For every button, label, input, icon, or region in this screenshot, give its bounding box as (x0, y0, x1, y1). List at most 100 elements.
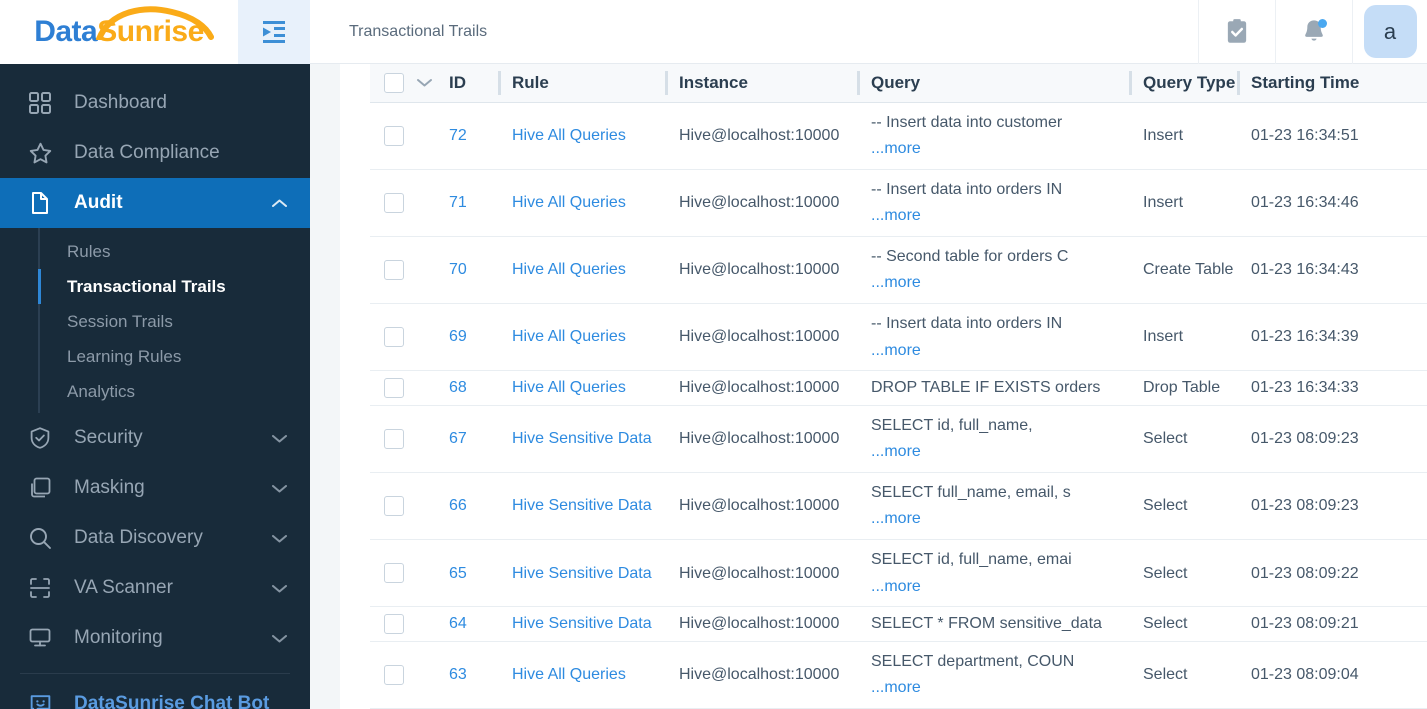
column-header-id[interactable]: ID (435, 64, 498, 103)
cell-starting-time: 01-23 16:34:46 (1237, 169, 1427, 237)
id-link[interactable]: 66 (449, 497, 467, 514)
sidebar-item-security[interactable]: Security (0, 413, 310, 463)
cell-rule: Hive All Queries (498, 370, 665, 406)
column-header-query[interactable]: Query (857, 64, 1129, 103)
query-more-link[interactable]: ...more (871, 137, 1129, 160)
left-gutter (310, 64, 340, 709)
chevron-up-icon (271, 198, 288, 209)
table-row[interactable]: 63 Hive All Queries Hive@localhost:10000 SE… (370, 641, 1427, 709)
rule-link[interactable]: Hive Sensitive Data (512, 565, 652, 582)
column-header-starting-time[interactable]: Starting Time (1237, 64, 1427, 103)
id-link[interactable]: 71 (449, 194, 467, 211)
sidebar-item-data-discovery[interactable]: Data Discovery (0, 513, 310, 563)
query-more-link[interactable]: ...more (871, 440, 1129, 463)
cell-query: -- Second table for orders C ...more (857, 236, 1129, 304)
table-scroll-region[interactable]: ID Rule Instance Query Query Type Starti… (340, 64, 1427, 709)
id-link[interactable]: 63 (449, 666, 467, 683)
row-select-cell (370, 606, 435, 642)
column-header-rule[interactable]: Rule (498, 64, 665, 103)
sidebar-subitem-session-trails[interactable]: Session Trails (0, 304, 310, 339)
table-row[interactable]: 68 Hive All Queries Hive@localhost:10000 DR… (370, 370, 1427, 406)
sidebar-subitem-label: Rules (67, 241, 111, 261)
sidebar-item-monitoring[interactable]: Monitoring (0, 613, 310, 663)
query-more-link[interactable]: ...more (871, 575, 1129, 598)
table-row[interactable]: 66 Hive Sensitive Data Hive@localhost:1000… (370, 472, 1427, 541)
query-text: SELECT id, full_name, (871, 417, 1033, 435)
rule-link[interactable]: Hive Sensitive Data (512, 615, 652, 632)
table-row[interactable]: 70 Hive All Queries Hive@localhost:10000 --… (370, 236, 1427, 304)
cell-id: 72 (435, 102, 498, 170)
rule-link[interactable]: Hive All Queries (512, 127, 626, 144)
column-header-instance[interactable]: Instance (665, 64, 857, 103)
sidebar-item-audit[interactable]: Audit (0, 178, 310, 228)
sidebar-item-dashboard[interactable]: Dashboard (0, 78, 310, 128)
rule-link[interactable]: Hive All Queries (512, 379, 626, 396)
sidebar-item-data-compliance[interactable]: Data Compliance (0, 128, 310, 178)
id-link[interactable]: 68 (449, 379, 467, 396)
sidebar-item-label: Dashboard (74, 92, 167, 113)
rule-link[interactable]: Hive All Queries (512, 194, 626, 211)
table-row[interactable]: 64 Hive Sensitive Data Hive@localhost:1000… (370, 606, 1427, 642)
cell-rule: Hive Sensitive Data (498, 606, 665, 642)
cell-instance: Hive@localhost:10000 (665, 606, 857, 642)
table-row[interactable]: 69 Hive All Queries Hive@localhost:10000 --… (370, 303, 1427, 372)
row-checkbox[interactable] (384, 327, 404, 348)
query-text: -- Insert data into orders IN (871, 181, 1063, 199)
row-checkbox[interactable] (384, 614, 404, 635)
id-link[interactable]: 72 (449, 127, 467, 144)
rule-link[interactable]: Hive All Queries (512, 261, 626, 278)
sidebar-subitem-transactional-trails[interactable]: Transactional Trails (0, 269, 310, 304)
sidebar-subitem-learning-rules[interactable]: Learning Rules (0, 339, 310, 374)
sidebar-item-va-scanner[interactable]: VA Scanner (0, 563, 310, 613)
row-select-cell (370, 169, 435, 237)
select-all-checkbox[interactable] (384, 72, 404, 93)
row-checkbox[interactable] (384, 665, 404, 686)
query-more-link[interactable]: ...more (871, 204, 1129, 227)
query-more-link[interactable]: ...more (871, 271, 1129, 294)
cell-starting-time: 01-23 16:34:43 (1237, 236, 1427, 304)
chevron-down-icon[interactable] (416, 77, 433, 88)
row-checkbox[interactable] (384, 496, 404, 517)
query-more-link[interactable]: ...more (871, 676, 1129, 699)
row-checkbox[interactable] (384, 428, 404, 449)
rule-link[interactable]: Hive All Queries (512, 328, 626, 345)
transactional-trails-table: ID Rule Instance Query Query Type Starti… (370, 64, 1427, 709)
shield-check-icon (28, 426, 58, 450)
row-checkbox[interactable] (384, 192, 404, 213)
avatar[interactable]: a (1363, 5, 1417, 58)
table-row[interactable]: 67 Hive Sensitive Data Hive@localhost:1000… (370, 405, 1427, 473)
tasks-button[interactable] (1198, 0, 1275, 64)
cell-starting-time: 01-23 08:09:23 (1237, 405, 1427, 473)
query-more-link[interactable]: ...more (871, 339, 1129, 362)
rule-link[interactable]: Hive All Queries (512, 666, 626, 683)
notification-badge (1318, 18, 1327, 28)
cell-instance: Hive@localhost:10000 (665, 472, 857, 541)
table-row[interactable]: 72 Hive All Queries Hive@localhost:10000 --… (370, 102, 1427, 170)
sidebar-subitem-analytics[interactable]: Analytics (0, 374, 310, 409)
row-checkbox[interactable] (384, 563, 404, 584)
sidebar-subitem-rules[interactable]: Rules (0, 234, 310, 269)
table-row[interactable]: 71 Hive All Queries Hive@localhost:10000 --… (370, 169, 1427, 237)
rule-link[interactable]: Hive Sensitive Data (512, 430, 652, 447)
cell-id: 68 (435, 370, 498, 406)
id-link[interactable]: 64 (449, 615, 467, 632)
cell-query-type: Select (1129, 641, 1237, 709)
id-link[interactable]: 70 (449, 261, 467, 278)
query-more-link[interactable]: ...more (871, 507, 1129, 530)
collapse-sidebar-button[interactable] (238, 0, 310, 64)
cell-rule: Hive Sensitive Data (498, 405, 665, 473)
sidebar-item-chatbot[interactable]: DataSunrise Chat Bot (0, 674, 310, 709)
id-link[interactable]: 69 (449, 328, 467, 345)
id-link[interactable]: 67 (449, 430, 467, 447)
column-header-query-type[interactable]: Query Type (1129, 64, 1237, 103)
row-checkbox[interactable] (384, 378, 404, 399)
id-link[interactable]: 65 (449, 565, 467, 582)
row-checkbox[interactable] (384, 260, 404, 281)
rule-link[interactable]: Hive Sensitive Data (512, 497, 652, 514)
notifications-button[interactable] (1275, 0, 1352, 64)
row-checkbox[interactable] (384, 125, 404, 146)
cell-query-type: Insert (1129, 303, 1237, 372)
brand-logo[interactable]: DataSunrise (0, 0, 238, 64)
sidebar-item-masking[interactable]: Masking (0, 463, 310, 513)
table-row[interactable]: 65 Hive Sensitive Data Hive@localhost:1000… (370, 539, 1427, 608)
